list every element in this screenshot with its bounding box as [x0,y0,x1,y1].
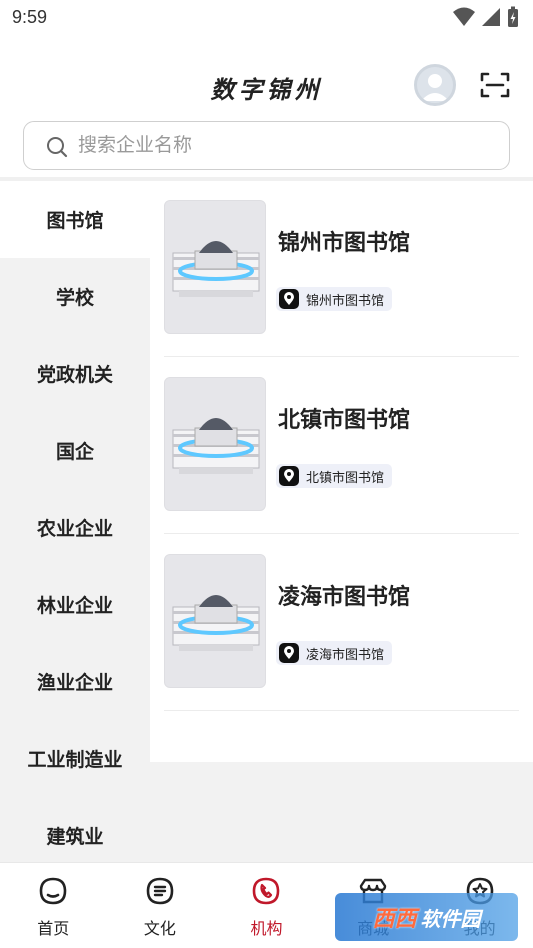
card-title: 凌海市图书馆 [278,585,411,610]
location-tag: 凌海市图书馆 [276,641,393,665]
tag-text: 锦州市图书馆 [306,293,385,309]
sidebar-item-fishery[interactable]: 渔业企业 [0,643,150,720]
organization-list: 锦州市图书馆 锦州市图书馆 北镇市图书馆 北镇市图书馆 凌海市图书馆 凌海市图书… [150,181,533,762]
search-box[interactable] [23,121,510,170]
location-pin-icon [279,289,299,309]
category-sidebar: 图书馆 学校 党政机关 国企 农业企业 林业企业 渔业企业 工业制造业 建筑业 [0,181,150,862]
status-bar: 9:59 [0,0,533,36]
watermark-text: 软件园 [420,906,481,931]
nav-item-culture[interactable]: 文化 [107,863,214,948]
avatar[interactable] [414,64,456,106]
library-building-image [172,241,260,297]
institution-icon [250,875,282,907]
list-item[interactable]: 锦州市图书馆 锦州市图书馆 [164,181,519,357]
battery-icon [508,6,518,27]
wifi-icon [453,7,475,26]
library-thumbnail [164,377,266,511]
nav-item-home[interactable]: 首页 [0,863,107,948]
home-icon [37,875,69,907]
scan-icon[interactable] [480,71,510,99]
watermark: 西西 软件园 [335,893,518,941]
sidebar-item-library[interactable]: 图书馆 [0,181,150,258]
sidebar-item-construction[interactable]: 建筑业 [0,797,150,862]
signal-icon [482,8,500,26]
sidebar-item-agriculture[interactable]: 农业企业 [0,489,150,566]
sidebar-item-manufacturing[interactable]: 工业制造业 [0,720,150,797]
tag-text: 凌海市图书馆 [306,647,385,663]
culture-icon [144,875,176,907]
user-avatar-icon [421,74,449,101]
location-pin-icon [279,643,299,663]
nav-item-institution[interactable]: 机构 [213,863,320,948]
sidebar-item-school[interactable]: 学校 [0,258,150,335]
library-thumbnail [164,200,266,334]
nav-label: 文化 [143,919,176,938]
card-title: 北镇市图书馆 [278,408,411,433]
watermark-logo: 西西 [372,907,417,932]
sidebar-item-forestry[interactable]: 林业企业 [0,566,150,643]
card-title: 锦州市图书馆 [278,231,411,256]
list-item[interactable]: 北镇市图书馆 北镇市图书馆 [164,358,519,534]
library-building-image [172,418,260,474]
nav-label: 机构 [250,919,283,938]
content-empty-area [150,762,533,862]
location-tag: 北镇市图书馆 [276,464,393,488]
search-input[interactable] [78,122,498,168]
sidebar-item-government[interactable]: 党政机关 [0,335,150,412]
header: 数字锦州 [0,58,533,114]
tag-text: 北镇市图书馆 [306,470,385,486]
location-pin-icon [279,466,299,486]
status-icons [453,6,519,28]
list-item[interactable]: 凌海市图书馆 凌海市图书馆 [164,535,519,711]
location-tag: 锦州市图书馆 [276,287,393,311]
nav-label: 首页 [37,919,70,938]
sidebar-item-state-enterprise[interactable]: 国企 [0,412,150,489]
library-building-image [172,595,260,651]
search-icon [47,137,68,158]
status-time: 9:59 [12,7,48,27]
library-thumbnail [164,554,266,688]
